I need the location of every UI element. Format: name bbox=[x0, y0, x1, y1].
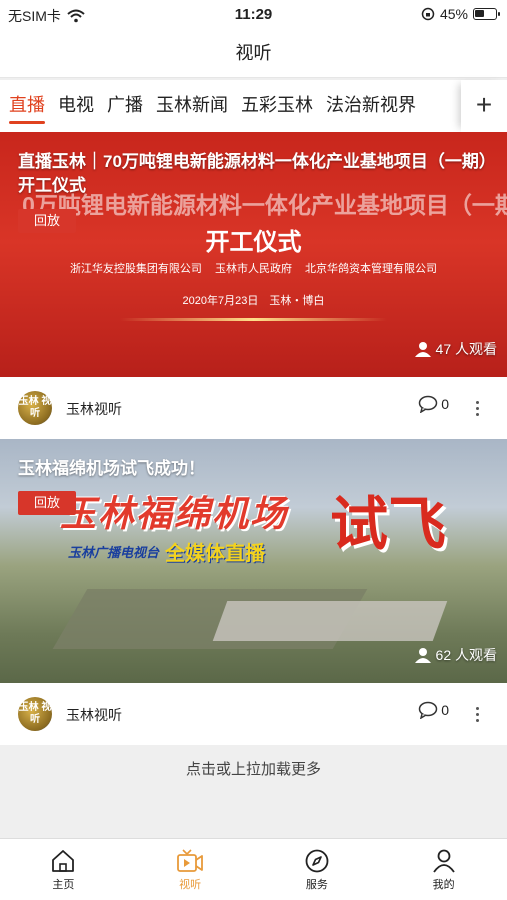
video-thumbnail[interactable]: 玉林福绵机场 试飞 玉林广播电视台 全媒体直播 玉林福绵机场试飞成功！ 回放 6… bbox=[0, 439, 507, 683]
person-icon bbox=[414, 342, 431, 357]
nav-services-label: 服务 bbox=[305, 878, 328, 891]
tab-list: 直播 电视 广播 玉林新闻 五彩玉林 法治新视界 bbox=[0, 80, 460, 132]
nav-home[interactable]: 主页 bbox=[0, 839, 127, 900]
tab-wucai-yulin[interactable]: 五彩玉林 bbox=[237, 80, 317, 132]
nav-profile[interactable]: 我的 bbox=[380, 839, 507, 900]
more-dot-icon bbox=[475, 712, 479, 716]
video-icon bbox=[177, 848, 204, 872]
avatar[interactable]: 玉林 视听 bbox=[18, 697, 52, 731]
comment-count: 0 bbox=[441, 396, 449, 412]
page-title: 视听 bbox=[0, 30, 507, 78]
tab-yulin-news[interactable]: 玉林新闻 bbox=[152, 80, 232, 132]
tab-radio[interactable]: 广播 bbox=[103, 80, 147, 132]
video-thumbnail[interactable]: 0万吨锂电新能源材料一体化产业基地项目（一期 开工仪式 浙江华友控股集团有限公司… bbox=[0, 132, 507, 377]
battery-icon bbox=[473, 8, 500, 20]
comment-button[interactable]: 0 bbox=[418, 395, 449, 413]
more-options-button[interactable] bbox=[469, 393, 485, 423]
comment-count: 0 bbox=[441, 702, 449, 718]
tab-law-vision[interactable]: 法治新视界 bbox=[322, 80, 420, 132]
more-dot-icon bbox=[475, 706, 479, 710]
home-icon bbox=[52, 849, 75, 872]
channel-tabs: 直播 电视 广播 玉林新闻 五彩玉林 法治新视界 + bbox=[0, 80, 507, 132]
nav-media-label: 视听 bbox=[179, 878, 202, 891]
viewer-count-text: 47 人观看 bbox=[435, 341, 497, 357]
video-meta: 玉林 视听 玉林视听 0 bbox=[0, 377, 507, 439]
replay-badge: 回放 bbox=[18, 491, 76, 515]
more-dot-icon bbox=[475, 406, 479, 410]
user-icon bbox=[432, 849, 455, 873]
nav-profile-label: 我的 bbox=[432, 878, 455, 891]
comment-icon bbox=[418, 395, 438, 413]
status-right: 45% bbox=[421, 6, 500, 22]
add-channel-button[interactable]: + bbox=[461, 80, 507, 132]
source-name[interactable]: 玉林视听 bbox=[66, 705, 122, 725]
plus-icon: + bbox=[475, 89, 493, 120]
more-dot-icon bbox=[475, 718, 479, 722]
nav-media[interactable]: 视听 bbox=[127, 839, 254, 900]
video-card[interactable]: 0万吨锂电新能源材料一体化产业基地项目（一期 开工仪式 浙江华友控股集团有限公司… bbox=[0, 132, 507, 377]
poster-headline: 玉林福绵机场 bbox=[60, 493, 289, 534]
poster-organizers: 浙江华友控股集团有限公司 玉林市人民政府 北京华鸽资本管理有限公司 bbox=[69, 263, 438, 275]
more-options-button[interactable] bbox=[469, 699, 485, 729]
orientation-lock-icon bbox=[421, 7, 435, 21]
video-meta: 玉林 视听 玉林视听 0 bbox=[0, 683, 507, 745]
viewer-count: 47 人观看 bbox=[414, 339, 497, 359]
poster-station: 玉林广播电视台 bbox=[68, 545, 160, 560]
poster-media-line: 玉林广播电视台 全媒体直播 bbox=[68, 537, 265, 566]
nav-home-label: 主页 bbox=[52, 878, 75, 891]
bottom-nav: 主页 视听 服务 我的 bbox=[0, 838, 507, 900]
replay-badge: 回放 bbox=[18, 209, 76, 233]
video-title[interactable]: 玉林福绵机场试飞成功！ bbox=[18, 457, 489, 481]
poster-all-media: 全媒体直播 bbox=[165, 543, 266, 565]
source-name[interactable]: 玉林视听 bbox=[66, 399, 122, 419]
comment-icon bbox=[418, 701, 438, 719]
more-dot-icon bbox=[475, 412, 479, 416]
viewer-count-text: 62 人观看 bbox=[435, 647, 497, 663]
tab-tv[interactable]: 电视 bbox=[54, 80, 98, 132]
person-icon bbox=[414, 648, 431, 663]
viewer-count: 62 人观看 bbox=[414, 645, 497, 665]
nav-services[interactable]: 服务 bbox=[254, 839, 381, 900]
tab-live[interactable]: 直播 bbox=[5, 80, 49, 132]
load-more-button[interactable]: 点击或上拉加载更多 bbox=[0, 746, 507, 796]
video-title[interactable]: 直播玉林｜70万吨锂电新能源材料一体化产业基地项目（一期）开工仪式 bbox=[18, 150, 489, 198]
status-bar: 无SIM卡 11:29 45% bbox=[0, 0, 507, 30]
more-dot-icon bbox=[475, 400, 479, 404]
poster-glow-line bbox=[120, 318, 387, 321]
comment-button[interactable]: 0 bbox=[418, 701, 449, 719]
poster-subtitle: 开工仪式 bbox=[205, 229, 302, 256]
compass-icon bbox=[305, 849, 329, 872]
avatar[interactable]: 玉林 视听 bbox=[18, 391, 52, 425]
airport-terminal bbox=[212, 601, 448, 641]
poster-headline-test-flight: 试飞 bbox=[330, 492, 447, 557]
video-card[interactable]: 玉林福绵机场 试飞 玉林广播电视台 全媒体直播 玉林福绵机场试飞成功！ 回放 6… bbox=[0, 439, 507, 683]
poster-date: 2020年7月23日 玉林・博白 bbox=[182, 295, 325, 307]
battery-percent: 45% bbox=[439, 6, 468, 22]
